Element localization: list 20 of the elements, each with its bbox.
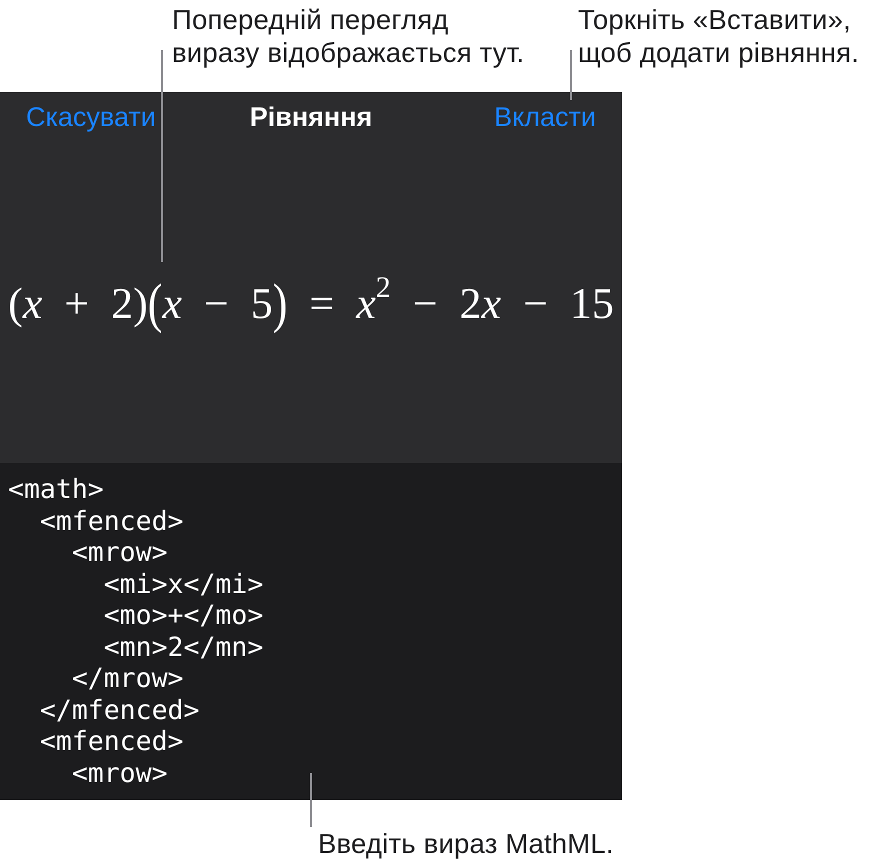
- code-line: <mrow>: [70, 758, 168, 789]
- callout-text: Торкніть «Вставити», щоб додати рівняння.: [578, 3, 860, 69]
- code-input-field[interactable]: <math> <mfenced> <mrow> <mi>x</mi> <mo>+</mo> <mn>2</mn> </mrow> </mfenced> <mfenced> <mrow>: [0, 463, 622, 800]
- callout-text: Попередній перегляд виразу відображається тут.: [172, 3, 524, 69]
- code-line: <mn>2</mn>: [102, 632, 264, 663]
- code-line: <mi>x</mi>: [102, 568, 264, 600]
- callout-text: Введіть вираз MathML.: [318, 827, 614, 860]
- leader-line: [570, 50, 572, 100]
- code-line: </mrow>: [70, 663, 184, 694]
- leader-line: [310, 773, 312, 827]
- editor-title: Рівняння: [250, 102, 372, 132]
- equation-preview: (x + 2)(x − 5) = x$^{2}$ − 2x − 15: [7, 274, 615, 332]
- code-line: <mfenced>: [38, 506, 184, 537]
- code-line: <math>: [8, 474, 104, 506]
- code-line: </mfenced>: [38, 694, 200, 726]
- code-line: <mrow>: [70, 537, 168, 568]
- insert-button[interactable]: Вкласти: [494, 102, 596, 132]
- code-line: <mo>+</mo>: [102, 600, 264, 632]
- code-line: <mfenced>: [38, 726, 184, 758]
- cancel-button[interactable]: Скасувати: [26, 102, 156, 132]
